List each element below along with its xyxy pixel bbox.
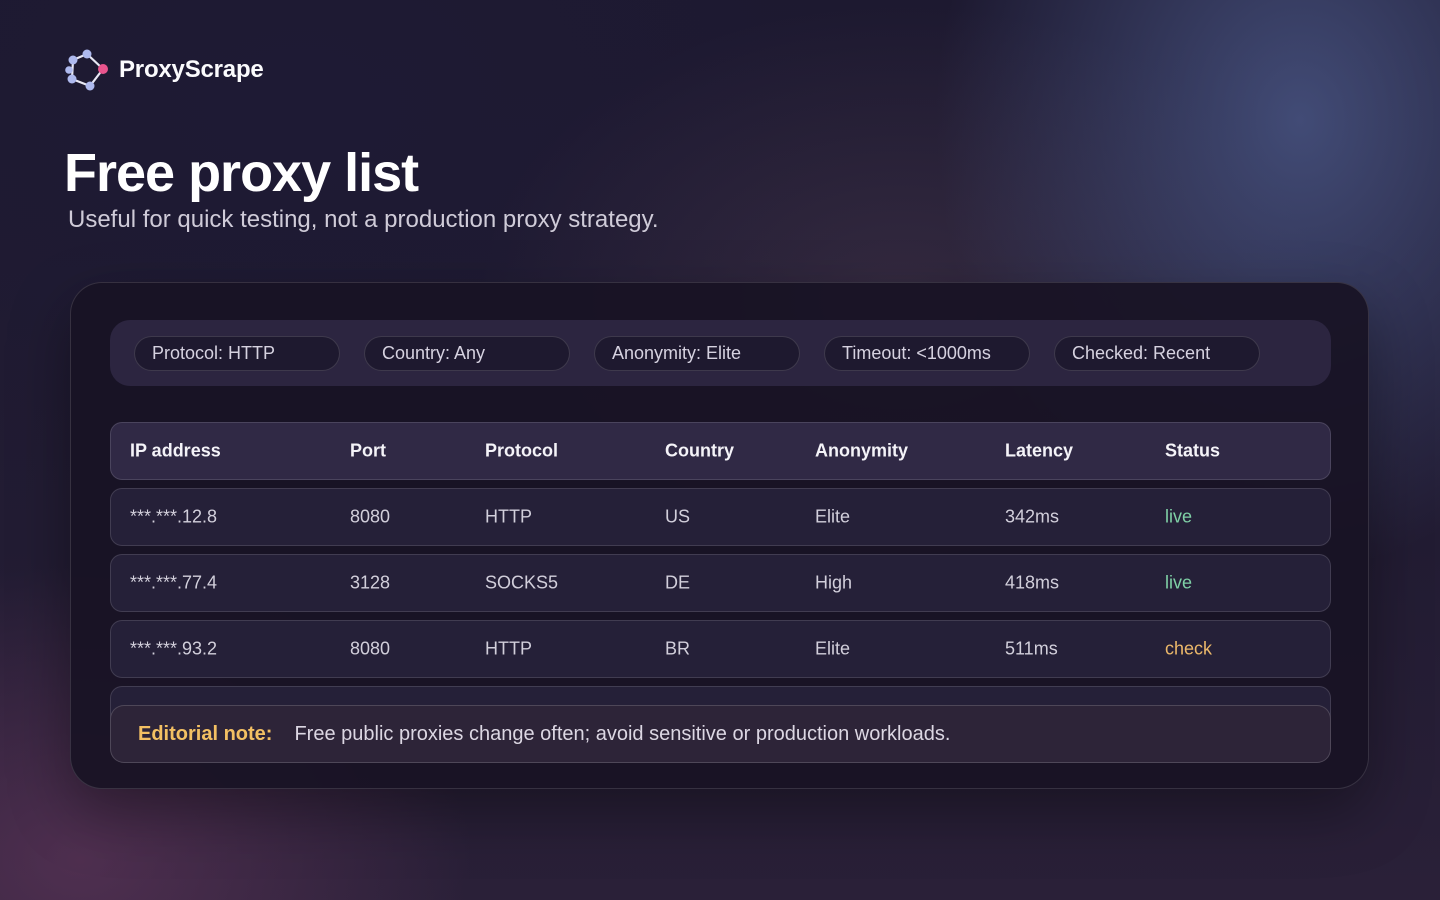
status-badge: check — [1165, 638, 1213, 659]
cell-anonymity: High — [815, 572, 853, 593]
header-latency[interactable]: Latency — [1005, 441, 1073, 462]
cell-protocol: SOCKS5 — [485, 572, 559, 593]
editorial-note-label: Editorial note: — [138, 722, 273, 745]
cell-protocol: HTTP — [485, 506, 532, 527]
header-protocol[interactable]: Protocol — [485, 441, 558, 462]
table-row[interactable]: ***.***.93.2 8080 HTTP BR Elite 511ms ch… — [110, 620, 1331, 678]
header-port[interactable]: Port — [350, 441, 386, 462]
cell-port: 3128 — [350, 572, 391, 593]
filter-checked[interactable]: Checked: Recent — [1054, 335, 1260, 371]
proxy-list-panel: Protocol: HTTP Country: Any Anonymity: E… — [70, 282, 1369, 789]
network-nodes-icon — [65, 49, 108, 91]
header-status[interactable]: Status — [1165, 441, 1220, 462]
cell-latency: 418ms — [1005, 572, 1060, 593]
editorial-note: Editorial note: Free public proxies chan… — [110, 705, 1331, 763]
header-ip[interactable]: IP address — [130, 441, 221, 462]
filter-protocol[interactable]: Protocol: HTTP — [134, 335, 340, 371]
editorial-note-text: Free public proxies change often; avoid … — [294, 722, 951, 745]
brand-name[interactable]: ProxyScrape — [119, 56, 264, 84]
page-title: Free proxy list — [64, 143, 419, 203]
filter-country[interactable]: Country: Any — [364, 335, 570, 371]
filter-bar: Protocol: HTTP Country: Any Anonymity: E… — [110, 320, 1331, 386]
table-row[interactable]: ***.***.77.4 3128 SOCKS5 DE High 418ms l… — [110, 554, 1331, 612]
cell-country: DE — [665, 572, 691, 593]
cell-protocol: HTTP — [485, 638, 532, 659]
status-badge: live — [1165, 572, 1193, 593]
status-badge: live — [1165, 506, 1193, 527]
cell-latency: 511ms — [1005, 638, 1058, 659]
cell-ip: ***.***.12.8 — [130, 506, 218, 527]
filter-timeout[interactable]: Timeout: <1000ms — [824, 335, 1030, 371]
site-header: ProxyScrape — [63, 48, 264, 92]
header-country[interactable]: Country — [665, 441, 734, 462]
header-anonymity[interactable]: Anonymity — [815, 441, 908, 462]
table-header: IP address Port Protocol Country Anonymi… — [110, 422, 1331, 480]
cell-port: 8080 — [350, 638, 391, 659]
cell-anonymity: Elite — [815, 638, 851, 659]
table-row[interactable]: ***.***.12.8 8080 HTTP US Elite 342ms li… — [110, 488, 1331, 546]
cell-ip: ***.***.77.4 — [130, 572, 218, 593]
cell-country: US — [665, 506, 691, 527]
cell-country: BR — [665, 638, 691, 659]
cell-port: 8080 — [350, 506, 391, 527]
cell-anonymity: Elite — [815, 506, 851, 527]
page-subtitle: Useful for quick testing, not a producti… — [68, 206, 659, 233]
cell-latency: 342ms — [1005, 506, 1060, 527]
filter-anonymity[interactable]: Anonymity: Elite — [594, 335, 800, 371]
cell-ip: ***.***.93.2 — [130, 638, 218, 659]
